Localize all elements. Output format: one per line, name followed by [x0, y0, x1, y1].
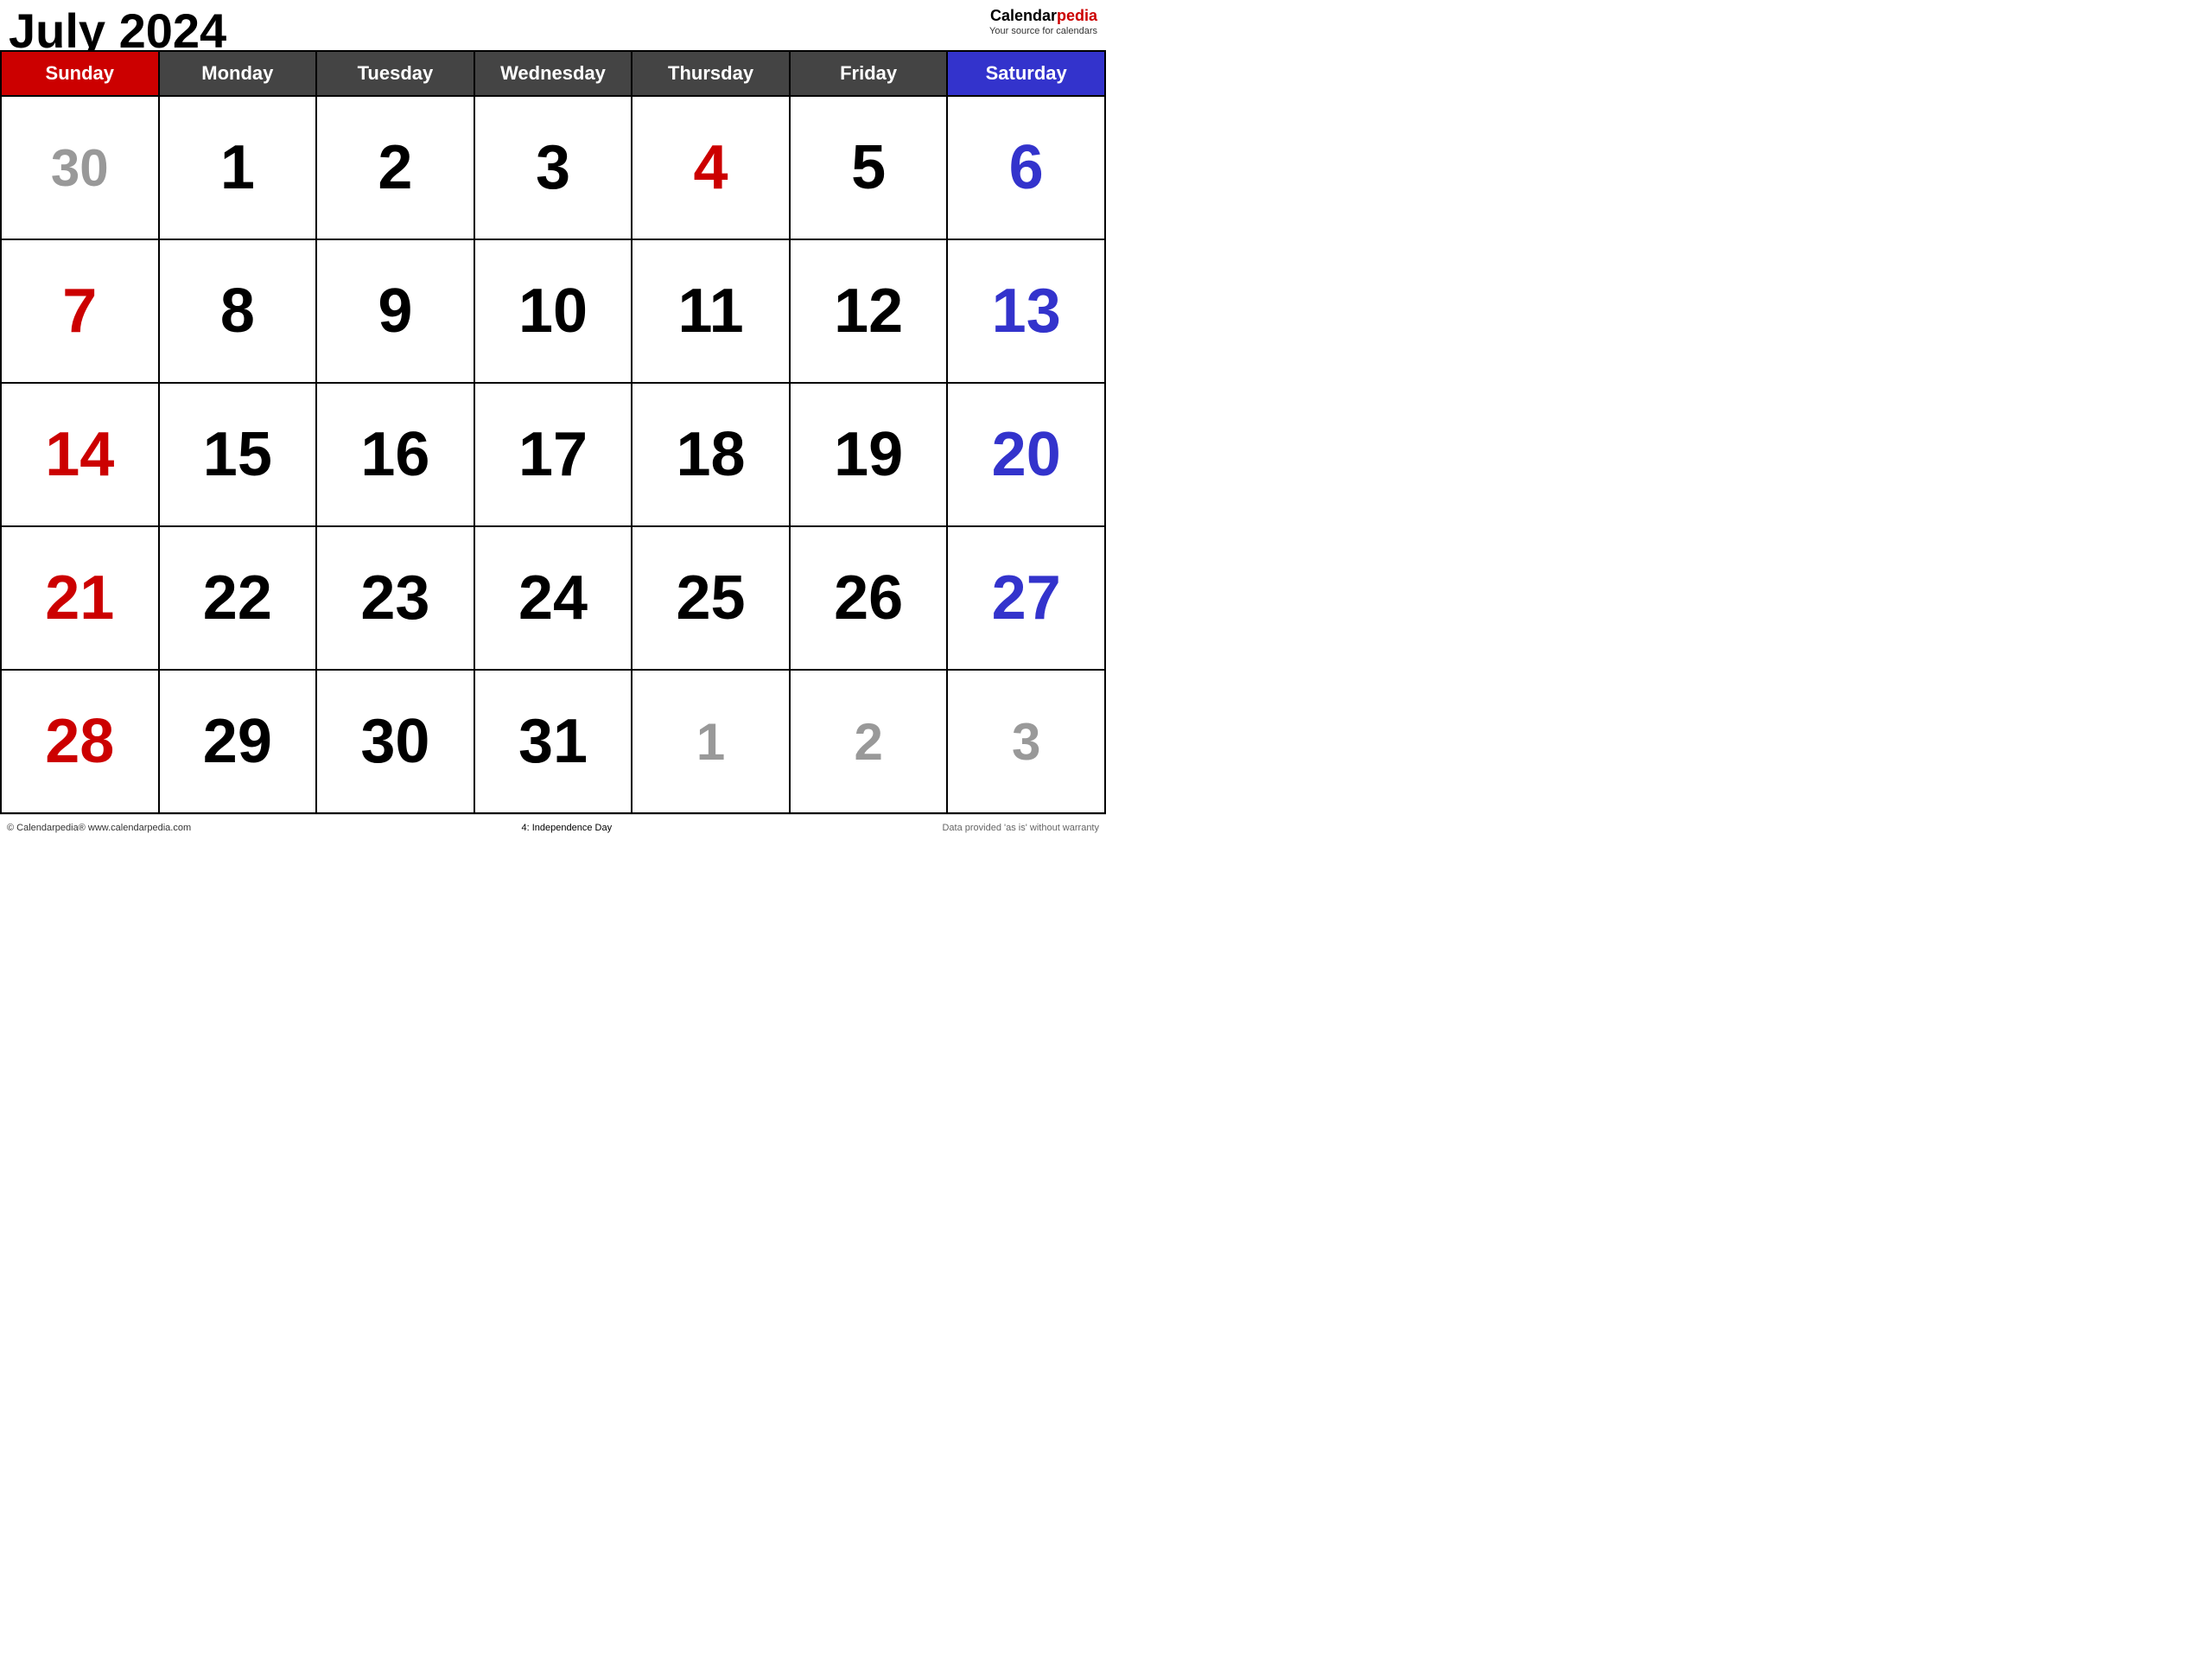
day-cell-jul4: 4: [632, 97, 791, 240]
day-cell-jul7: 7: [2, 240, 160, 384]
day-headers-row: Sunday Monday Tuesday Wednesday Thursday…: [2, 52, 1106, 97]
calendar-header: July 2024 Calendarpedia Your source for …: [0, 0, 1106, 50]
day-cell-jul31: 31: [475, 671, 633, 814]
day-cell-jul13: 13: [948, 240, 1106, 384]
day-cell-jul10: 10: [475, 240, 633, 384]
day-cell-jul30: 30: [317, 671, 475, 814]
day-cell-jul15: 15: [160, 384, 318, 527]
footer-holiday-note: 4: Independence Day: [522, 823, 613, 833]
day-cell-jul27: 27: [948, 527, 1106, 671]
header-friday: Friday: [791, 52, 949, 97]
header-saturday: Saturday: [948, 52, 1106, 97]
day-cell-jul20: 20: [948, 384, 1106, 527]
brand-calendar: Calendar: [990, 7, 1057, 24]
day-cell-jul21: 21: [2, 527, 160, 671]
week-row-4: 21 22 23 24 25 26 27: [2, 527, 1106, 671]
calendar-grid: Sunday Monday Tuesday Wednesday Thursday…: [0, 50, 1106, 814]
day-cell-aug2: 2: [791, 671, 949, 814]
day-cell-jul8: 8: [160, 240, 318, 384]
brand-tagline: Your source for calendars: [989, 26, 1097, 37]
month-title: July 2024: [9, 7, 226, 55]
header-monday: Monday: [160, 52, 318, 97]
day-cell-jul11: 11: [632, 240, 791, 384]
week-row-1: 30 1 2 3 4 5 6: [2, 97, 1106, 240]
brand-pedia: pedia: [1057, 7, 1097, 24]
day-cell-jun30: 30: [2, 97, 160, 240]
brand-name: Calendarpedia: [990, 10, 1097, 24]
week-row-2: 7 8 9 10 11 12 13: [2, 240, 1106, 384]
footer-disclaimer: Data provided 'as is' without warranty: [942, 823, 1099, 833]
day-cell-jul28: 28: [2, 671, 160, 814]
header-sunday: Sunday: [2, 52, 160, 97]
week-row-3: 14 15 16 17 18 19 20: [2, 384, 1106, 527]
header-thursday: Thursday: [632, 52, 791, 97]
day-cell-jul12: 12: [791, 240, 949, 384]
header-wednesday: Wednesday: [475, 52, 633, 97]
day-cell-jul18: 18: [632, 384, 791, 527]
footer-copyright: © Calendarpedia® www.calendarpedia.com: [7, 823, 191, 833]
day-cell-jul17: 17: [475, 384, 633, 527]
day-cell-jul6: 6: [948, 97, 1106, 240]
calendar-footer: © Calendarpedia® www.calendarpedia.com 4…: [0, 814, 1106, 840]
brand-logo: Calendarpedia Your source for calendars: [989, 7, 1097, 37]
header-tuesday: Tuesday: [317, 52, 475, 97]
day-cell-jul29: 29: [160, 671, 318, 814]
day-cell-jul25: 25: [632, 527, 791, 671]
day-cell-jul16: 16: [317, 384, 475, 527]
day-cell-jul1: 1: [160, 97, 318, 240]
day-cell-jul9: 9: [317, 240, 475, 384]
day-cell-aug1: 1: [632, 671, 791, 814]
weeks-grid: 30 1 2 3 4 5 6: [2, 97, 1106, 814]
day-cell-jul26: 26: [791, 527, 949, 671]
day-cell-aug3: 3: [948, 671, 1106, 814]
day-cell-jul19: 19: [791, 384, 949, 527]
day-cell-jul22: 22: [160, 527, 318, 671]
day-cell-jul14: 14: [2, 384, 160, 527]
calendar-page: July 2024 Calendarpedia Your source for …: [0, 0, 1106, 840]
week-row-5: 28 29 30 31 1 2 3: [2, 671, 1106, 814]
day-cell-jul24: 24: [475, 527, 633, 671]
day-cell-jul2: 2: [317, 97, 475, 240]
day-cell-jul23: 23: [317, 527, 475, 671]
day-cell-jul3: 3: [475, 97, 633, 240]
day-cell-jul5: 5: [791, 97, 949, 240]
